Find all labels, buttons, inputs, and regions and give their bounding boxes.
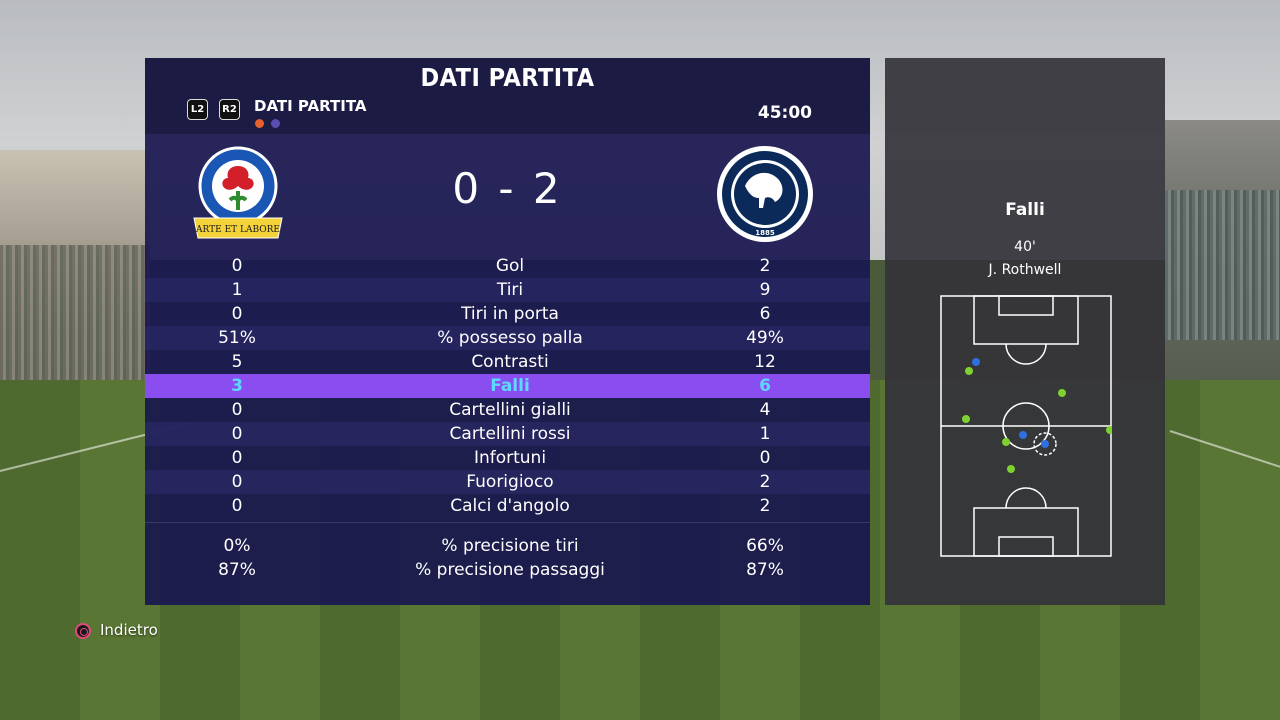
away-value: 6: [759, 304, 771, 324]
away-value: 49%: [746, 328, 784, 348]
away-value: 1: [759, 424, 771, 444]
home-player-dot: [1058, 389, 1066, 397]
left-crowd: [0, 245, 150, 395]
tab-title: DATI PARTITA: [254, 97, 367, 115]
home-player-dot: [962, 415, 970, 423]
event-player: J. Rothwell: [988, 262, 1062, 278]
stats-table: 0 Gol 2 1 Tiri 9 0 Tiri in porta 6 51% %…: [145, 254, 870, 518]
away-value: 66%: [746, 536, 784, 556]
stat-row-fouls-selected[interactable]: 3 Falli 6: [145, 374, 870, 398]
home-player-dot: [1007, 465, 1015, 473]
event-title: Falli: [1005, 200, 1045, 220]
match-score: 0 - 2: [452, 164, 563, 213]
stat-row-yellow-cards: 0 Cartellini gialli 4: [145, 398, 870, 422]
away-value: 12: [754, 352, 776, 372]
stat-row-shots: 1 Tiri 9: [145, 278, 870, 302]
panel-title: DATI PARTITA: [420, 63, 595, 92]
panel-header: DATI PARTITA L2 R2 DATI PARTITA 45:00: [145, 58, 870, 134]
away-player-dot: [1019, 431, 1027, 439]
away-player-dot: [972, 358, 980, 366]
top-penalty-arc: [1005, 343, 1047, 365]
match-stats-panel: DATI PARTITA L2 R2 DATI PARTITA 45:00 AR…: [145, 58, 870, 605]
back-label: Indietro: [100, 621, 158, 639]
stat-row-possession: 51% % possesso palla 49%: [145, 326, 870, 350]
l2-button[interactable]: L2: [187, 99, 208, 120]
bottom-penalty-box: [973, 507, 1079, 557]
home-player-dot: [1002, 438, 1010, 446]
away-value: 2: [759, 472, 771, 492]
home-player-dot: [965, 367, 973, 375]
home-player-dot: [1106, 426, 1112, 434]
top-penalty-box: [973, 295, 1079, 345]
match-clock: 45:00: [757, 103, 812, 123]
r2-button[interactable]: R2: [219, 99, 240, 120]
svg-text:ARTE ET LABORE: ARTE ET LABORE: [195, 225, 280, 235]
circle-button-icon: [75, 623, 91, 639]
stat-row-injuries: 0 Infortuni 0: [145, 446, 870, 470]
divider: [145, 522, 870, 523]
pitch-map: [940, 295, 1112, 557]
away-value: 0: [759, 448, 771, 468]
away-value: 9: [759, 280, 771, 300]
away-value: 2: [759, 256, 771, 276]
away-value: 4: [759, 400, 771, 420]
page-dot: [271, 119, 280, 128]
stat-row-corners: 0 Calci d'angolo 2: [145, 494, 870, 518]
page-dot-active: [255, 119, 264, 128]
event-minute: 40': [1014, 239, 1036, 255]
accuracy-table: 0% % precisione tiri 66% 87% % precision…: [145, 534, 870, 582]
away-value: 2: [759, 496, 771, 516]
away-player-dot: [1041, 440, 1049, 448]
stat-row-pass-accuracy: 87% % precisione passaggi 87%: [145, 558, 870, 582]
event-detail-panel: Falli 40' J. Rothwell: [885, 58, 1165, 605]
bottom-penalty-arc: [1005, 487, 1047, 509]
stat-row-offsides: 0 Fuorigioco 2: [145, 470, 870, 494]
away-value: 6: [759, 376, 771, 396]
svg-text:1885: 1885: [755, 229, 775, 237]
stat-row-shot-accuracy: 0% % precisione tiri 66%: [145, 534, 870, 558]
top-goal-box: [998, 295, 1054, 316]
stat-row-shots-on-target: 0 Tiri in porta 6: [145, 302, 870, 326]
right-crowd: [1165, 190, 1280, 340]
bottom-goal-box: [998, 536, 1054, 557]
right-stand: [1165, 120, 1280, 420]
stat-row-red-cards: 0 Cartellini rossi 1: [145, 422, 870, 446]
stat-row-goals: 0 Gol 2: [145, 254, 870, 278]
away-value: 87%: [746, 560, 784, 580]
stat-row-tackles: 5 Contrasti 12: [145, 350, 870, 374]
